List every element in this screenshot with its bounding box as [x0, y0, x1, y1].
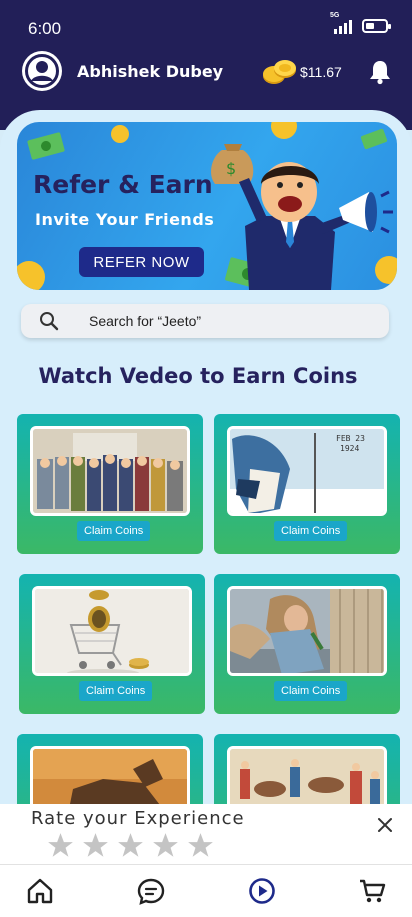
video-card[interactable]: Claim Coins	[19, 574, 205, 714]
video-card[interactable]: FEB 23 1924 Claim Coins	[214, 414, 400, 554]
svg-text:FEB 23: FEB 23	[336, 434, 365, 443]
home-icon[interactable]	[26, 877, 54, 905]
rating-bar: Rate your Experience	[0, 804, 412, 864]
avatar[interactable]	[22, 51, 62, 91]
star-rating[interactable]	[47, 832, 214, 859]
play-icon[interactable]	[248, 877, 276, 905]
status-icons: 5G	[330, 12, 391, 34]
search-icon	[40, 312, 59, 331]
battery-icon	[362, 19, 391, 33]
rating-title: Rate your Experience	[31, 808, 245, 829]
user-name[interactable]: Abhishek Dubey	[77, 62, 223, 81]
star-icon[interactable]	[152, 832, 179, 859]
section-title: Watch Vedeo to Earn Coins	[38, 364, 358, 388]
bottom-nav	[0, 864, 412, 917]
close-icon[interactable]	[376, 816, 394, 834]
video-thumbnail[interactable]: FEB 23 1924	[227, 426, 387, 516]
video-thumbnail[interactable]	[227, 586, 387, 676]
star-icon[interactable]	[47, 832, 74, 859]
user-icon	[25, 54, 59, 88]
star-icon[interactable]	[82, 832, 109, 859]
signal-icon: 5G	[330, 12, 352, 34]
bell-icon[interactable]	[368, 59, 392, 85]
search-input[interactable]: Search for “Jeeto”	[89, 313, 201, 329]
claim-coins-button[interactable]: Claim Coins	[274, 521, 348, 541]
video-card[interactable]: Claim Coins	[17, 414, 203, 554]
svg-text:1924: 1924	[340, 444, 359, 453]
network-label: 5G	[330, 12, 340, 19]
claim-coins-button[interactable]: Claim Coins	[274, 681, 348, 701]
businessman-icon	[239, 162, 393, 290]
svg-text:$: $	[226, 159, 236, 178]
refer-now-button[interactable]: REFER NOW	[79, 247, 204, 277]
video-thumbnail[interactable]	[32, 586, 192, 676]
video-card[interactable]: Claim Coins	[214, 574, 400, 714]
star-icon[interactable]	[187, 832, 214, 859]
banner-illustration: $	[17, 122, 397, 290]
status-time: 6:00	[28, 19, 62, 38]
refer-banner[interactable]: $ Refer & Earn Invite Your Friends REFER…	[17, 122, 397, 290]
claim-coins-button[interactable]: Claim Coins	[77, 521, 151, 541]
coins-icon	[263, 60, 296, 84]
coin-balance: $11.67	[300, 64, 342, 80]
banner-title: Refer & Earn	[33, 170, 213, 199]
search-bar[interactable]: Search for “Jeeto”	[21, 304, 389, 338]
chat-icon[interactable]	[137, 877, 165, 905]
banner-subtitle: Invite Your Friends	[35, 210, 215, 229]
claim-coins-button[interactable]: Claim Coins	[79, 681, 153, 701]
cart-icon[interactable]	[358, 877, 386, 905]
star-icon[interactable]	[117, 832, 144, 859]
video-thumbnail[interactable]	[30, 426, 190, 516]
